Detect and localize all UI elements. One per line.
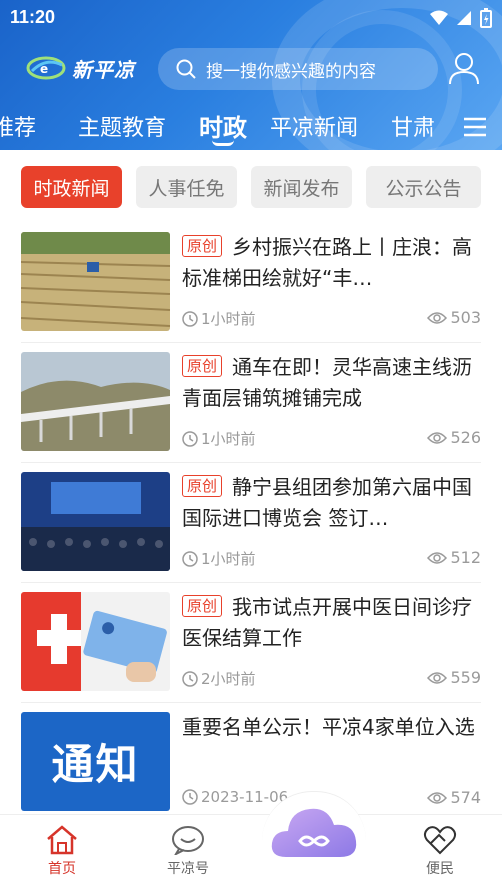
news-views-count: 503 <box>450 308 481 327</box>
eye-icon <box>427 311 448 324</box>
status-icons <box>430 8 492 28</box>
eye-icon <box>427 791 448 804</box>
news-title-text: 通车在即！灵华高速主线沥青面层铺筑摊铺完成 <box>182 355 473 410</box>
subtab-press-release[interactable]: 新闻发布 <box>251 166 352 208</box>
news-time: 1小时前 <box>182 548 256 569</box>
user-profile-icon[interactable] <box>446 50 482 86</box>
thumbnail-notice: 通知 <box>21 712 170 811</box>
news-views: 559 <box>427 668 481 687</box>
news-views: 526 <box>427 428 481 447</box>
notice-thumb-text: 通知 <box>51 740 140 789</box>
cloud-icon[interactable] <box>268 797 360 867</box>
news-title-text: 我市试点开展中医日间诊疗医保结算工作 <box>182 595 473 650</box>
chat-icon <box>172 826 204 855</box>
thumbnail-medical-card <box>21 592 170 691</box>
news-item[interactable]: 原创 通车在即！灵华高速主线沥青面层铺筑摊铺完成 1小时前 526 <box>0 352 502 472</box>
news-time-text: 1小时前 <box>201 310 256 328</box>
news-views: 512 <box>427 548 481 567</box>
news-time: 1小时前 <box>182 308 256 329</box>
search-icon <box>176 59 196 79</box>
divider <box>21 702 481 703</box>
heart-hands-icon <box>423 826 457 855</box>
tab-theme-education[interactable]: 主题教育 <box>78 110 166 142</box>
tab-politics[interactable]: 时政 <box>199 108 247 143</box>
home-icon <box>47 825 77 855</box>
news-time-text: 1小时前 <box>201 550 256 568</box>
nav-pingliang-hao[interactable]: 平凉号 <box>148 825 228 878</box>
nav-convenience-label: 便民 <box>426 861 454 877</box>
eye-icon <box>427 671 448 684</box>
bottom-navigation: 首页 平凉号 便民 <box>0 791 502 894</box>
app-header: 11:20 e 新平凉 搜一搜你感兴趣的内容 推荐 主题教育 时政 平凉新闻 甘… <box>0 0 502 150</box>
nav-home-label: 首页 <box>48 861 76 877</box>
tab-pingliang-news[interactable]: 平凉新闻 <box>270 110 358 142</box>
news-time-text: 2小时前 <box>201 670 256 688</box>
tab-gansu[interactable]: 甘肃 <box>391 110 435 142</box>
tab-recommend[interactable]: 推荐 <box>0 110 36 142</box>
news-title: 原创 我市试点开展中医日间诊疗医保结算工作 <box>182 592 482 654</box>
original-badge: 原创 <box>182 595 223 617</box>
search-placeholder: 搜一搜你感兴趣的内容 <box>206 61 376 82</box>
nav-convenience[interactable]: 便民 <box>400 825 480 878</box>
app-logo[interactable]: e 新平凉 <box>26 50 135 86</box>
menu-icon[interactable] <box>462 114 488 140</box>
news-views-count: 559 <box>450 668 481 687</box>
news-time-text: 1小时前 <box>201 430 256 448</box>
divider <box>21 342 481 343</box>
divider <box>21 582 481 583</box>
clock-icon <box>182 670 198 687</box>
clock-icon <box>182 310 198 327</box>
subtab-personnel[interactable]: 人事任免 <box>136 166 237 208</box>
news-title: 重要名单公示！平凉4家单位入选 <box>182 712 482 743</box>
active-tab-indicator <box>212 140 234 146</box>
news-time: 2小时前 <box>182 668 256 689</box>
clock-icon <box>182 789 198 805</box>
news-views: 503 <box>427 308 481 327</box>
svg-text:e: e <box>40 62 48 76</box>
news-views: 574 <box>427 788 481 807</box>
battery-icon <box>480 8 492 28</box>
news-views-count: 512 <box>450 548 481 567</box>
original-badge: 原创 <box>182 355 223 377</box>
news-title-text: 重要名单公示！平凉4家单位入选 <box>182 715 475 739</box>
thumbnail-conference <box>21 472 170 571</box>
thumbnail-cornfield <box>21 232 170 331</box>
nav-home[interactable]: 首页 <box>22 825 102 878</box>
search-bar[interactable]: 搜一搜你感兴趣的内容 <box>158 48 438 90</box>
original-badge: 原创 <box>182 475 223 497</box>
subtab-announcements[interactable]: 公示公告 <box>366 166 481 208</box>
logo-swirl-icon: e <box>26 56 66 80</box>
eye-icon <box>427 551 448 564</box>
eye-icon <box>427 431 448 444</box>
clock-icon <box>182 430 198 447</box>
news-title: 原创 静宁县组团参加第六届中国国际进口博览会 签订… <box>182 472 482 534</box>
news-title-text: 乡村振兴在路上丨庄浪：高标准梯田绘就好“丰… <box>182 235 473 290</box>
news-item[interactable]: 原创 乡村振兴在路上丨庄浪：高标准梯田绘就好“丰… 1小时前 503 <box>0 232 502 352</box>
subtab-politics-news[interactable]: 时政新闻 <box>21 166 122 208</box>
divider <box>21 462 481 463</box>
thumbnail-highway <box>21 352 170 451</box>
clock-icon <box>182 550 198 567</box>
status-time: 11:20 <box>10 7 56 27</box>
wifi-icon <box>430 10 448 25</box>
news-title: 原创 乡村振兴在路上丨庄浪：高标准梯田绘就好“丰… <box>182 232 482 294</box>
news-views-count: 526 <box>450 428 481 447</box>
original-badge: 原创 <box>182 235 223 257</box>
logo-text: 新平凉 <box>72 57 135 82</box>
nav-pingliang-hao-label: 平凉号 <box>167 861 209 877</box>
signal-icon <box>457 11 471 25</box>
status-bar: 11:20 <box>0 0 502 34</box>
news-views-count: 574 <box>450 788 481 807</box>
news-item[interactable]: 原创 静宁县组团参加第六届中国国际进口博览会 签订… 1小时前 512 <box>0 472 502 592</box>
news-time: 1小时前 <box>182 428 256 449</box>
news-title: 原创 通车在即！灵华高速主线沥青面层铺筑摊铺完成 <box>182 352 482 414</box>
news-item[interactable]: 原创 我市试点开展中医日间诊疗医保结算工作 2小时前 559 <box>0 592 502 712</box>
news-title-text: 静宁县组团参加第六届中国国际进口博览会 签订… <box>182 475 473 530</box>
